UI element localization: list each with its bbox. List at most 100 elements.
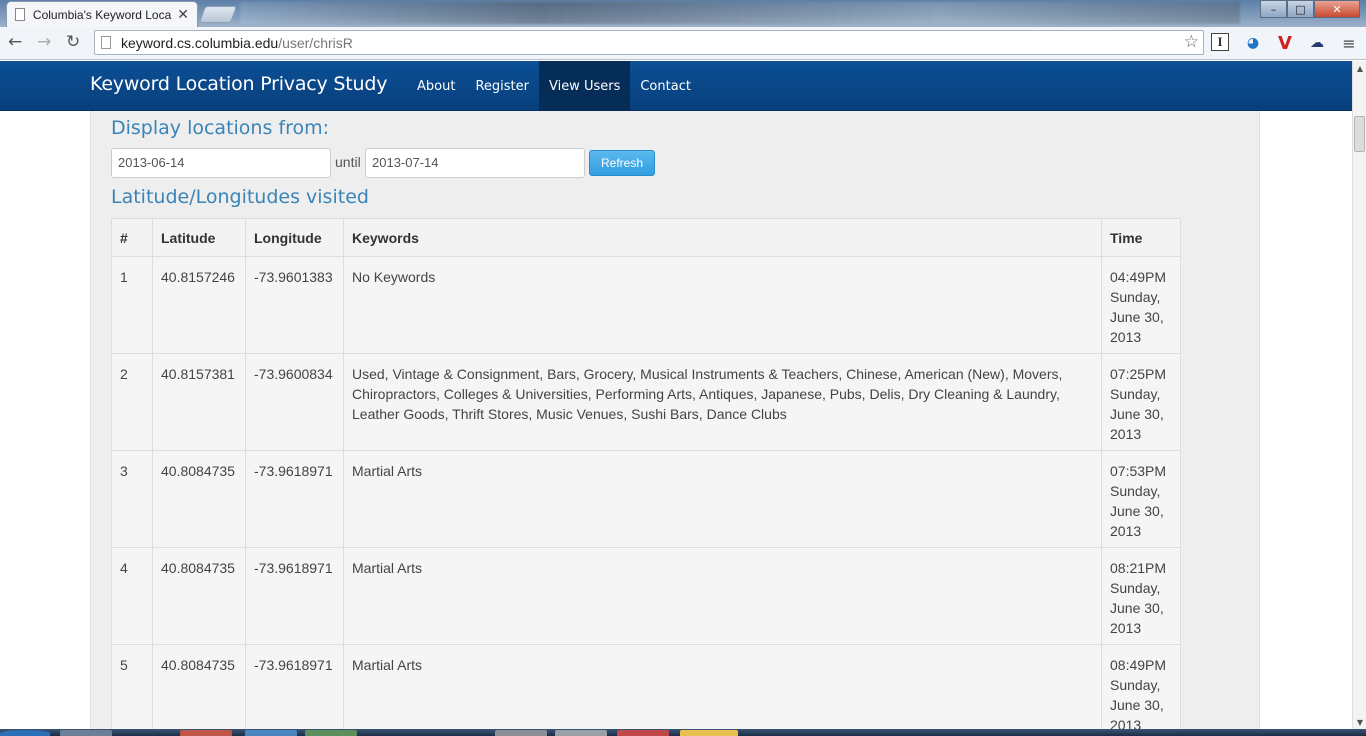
reload-icon[interactable]: ↻ [66, 32, 80, 52]
taskbar-item[interactable] [305, 730, 357, 736]
time-date: June 30, [1110, 697, 1164, 713]
time-clock: 08:21PM [1110, 560, 1167, 576]
row-number: 2 [111, 353, 153, 451]
main-content: Display locations from: 2013-06-14 until… [90, 111, 1260, 736]
longitude-cell: -73.9618971 [245, 547, 344, 645]
table-row: 3 40.8084735 -73.9618971 Martial Arts 07… [111, 450, 1181, 548]
visited-heading: Latitude/Longitudes visited [111, 186, 369, 208]
scroll-down-arrow-icon[interactable]: ▼ [1353, 715, 1366, 729]
forward-arrow-icon[interactable]: → [37, 32, 51, 52]
instapaper-icon[interactable]: I [1211, 33, 1229, 51]
display-locations-heading: Display locations from: [111, 117, 330, 139]
locations-table: # Latitude Longitude Keywords Time 1 40.… [111, 218, 1181, 736]
taskbar-item[interactable] [180, 730, 232, 736]
nav-item-about[interactable]: About [407, 61, 465, 111]
new-tab-button[interactable] [198, 6, 238, 23]
taskbar-item[interactable] [617, 730, 669, 736]
table-row: 1 40.8157246 -73.9601383 No Keywords 04:… [111, 256, 1181, 354]
column-header: Keywords [343, 218, 1102, 257]
taskbar-item[interactable] [495, 730, 547, 736]
background-tabs[interactable] [240, 2, 1240, 24]
row-number: 1 [111, 256, 153, 354]
keywords-cell: Martial Arts [343, 644, 1102, 736]
time-date: June 30, [1110, 600, 1164, 616]
url-path: /user/chrisR [278, 34, 353, 51]
keywords-cell: Martial Arts [343, 450, 1102, 548]
row-number: 5 [111, 644, 153, 736]
chrome-menu-icon[interactable]: ≡ [1339, 33, 1359, 53]
time-year: 2013 [1110, 329, 1142, 345]
column-header: Longitude [245, 218, 344, 257]
tab-close-icon[interactable]: ✕ [177, 6, 189, 23]
start-button[interactable] [0, 730, 50, 736]
tab-title: Columbia's Keyword Loca [32, 7, 172, 22]
window-controls: – □ ✕ [1260, 0, 1360, 18]
taskbar-item[interactable] [555, 730, 607, 736]
longitude-cell: -73.9618971 [245, 450, 344, 548]
nav-item-view-users[interactable]: View Users [538, 61, 631, 111]
time-date: June 30, [1110, 406, 1164, 422]
nav-menu: About Register View Users Contact [407, 61, 701, 111]
taskbar-item[interactable] [680, 730, 738, 736]
row-number: 4 [111, 547, 153, 645]
from-date-input[interactable]: 2013-06-14 [111, 148, 331, 178]
keywords-cell: No Keywords [343, 256, 1102, 354]
scroll-up-arrow-icon[interactable]: ▲ [1353, 61, 1366, 75]
browser-tab-active[interactable]: Columbia's Keyword Loca ✕ [6, 1, 198, 27]
nav-item-contact[interactable]: Contact [630, 61, 701, 111]
time-weekday: Sunday, [1110, 483, 1161, 499]
table-row: 5 40.8084735 -73.9618971 Martial Arts 08… [111, 644, 1181, 736]
page-icon [15, 8, 25, 21]
refresh-button[interactable]: Refresh [589, 150, 655, 176]
longitude-cell: -73.9600834 [245, 353, 344, 451]
v-extension-icon[interactable]: V [1275, 33, 1295, 54]
os-taskbar [0, 729, 1366, 736]
time-year: 2013 [1110, 426, 1142, 442]
taskbar-item[interactable] [245, 730, 297, 736]
nav-item-register[interactable]: Register [465, 61, 539, 111]
row-number: 3 [111, 450, 153, 548]
time-weekday: Sunday, [1110, 386, 1161, 402]
scrollbar-thumb[interactable] [1354, 116, 1365, 152]
close-window-button[interactable]: ✕ [1314, 0, 1360, 18]
time-cell: 07:25PM Sunday, June 30, 2013 [1101, 353, 1181, 451]
cloud-extension-icon[interactable]: ☁ [1307, 33, 1327, 53]
keywords-cell: Used, Vintage & Consignment, Bars, Groce… [343, 353, 1102, 451]
longitude-cell: -73.9618971 [245, 644, 344, 736]
time-clock: 08:49PM [1110, 657, 1167, 673]
time-weekday: Sunday, [1110, 580, 1161, 596]
keywords-cell: Martial Arts [343, 547, 1102, 645]
column-header: Latitude [152, 218, 246, 257]
address-bar[interactable]: keyword.cs.columbia.edu/user/chrisR ☆ [94, 30, 1204, 55]
url-host: keyword.cs.columbia.edu [121, 34, 279, 51]
time-date: June 30, [1110, 309, 1164, 325]
site-brand[interactable]: Keyword Location Privacy Study [90, 73, 387, 95]
time-clock: 07:25PM [1110, 366, 1167, 382]
page-icon [101, 36, 111, 49]
time-year: 2013 [1110, 620, 1142, 636]
browser-toolbar: ← → ↻ keyword.cs.columbia.edu/user/chris… [0, 27, 1366, 60]
browser-titlebar: Columbia's Keyword Loca ✕ – □ ✕ [0, 0, 1366, 27]
taskbar-item[interactable] [60, 730, 112, 736]
table-header-row: # Latitude Longitude Keywords Time [111, 218, 1181, 257]
time-weekday: Sunday, [1110, 289, 1161, 305]
column-header: Time [1101, 218, 1181, 257]
until-label: until [335, 154, 361, 170]
minimize-button[interactable]: – [1260, 0, 1287, 18]
latitude-cell: 40.8157246 [152, 256, 246, 354]
latitude-cell: 40.8157381 [152, 353, 246, 451]
maximize-button[interactable]: □ [1287, 0, 1314, 18]
time-cell: 04:49PM Sunday, June 30, 2013 [1101, 256, 1181, 354]
back-arrow-icon[interactable]: ← [8, 32, 22, 52]
time-cell: 08:21PM Sunday, June 30, 2013 [1101, 547, 1181, 645]
bookmark-star-icon[interactable]: ☆ [1184, 32, 1199, 52]
time-cell: 08:49PM Sunday, June 30, 2013 [1101, 644, 1181, 736]
time-clock: 07:53PM [1110, 463, 1167, 479]
time-weekday: Sunday, [1110, 677, 1161, 693]
globe-extension-icon[interactable]: ◕ [1243, 33, 1263, 53]
vertical-scrollbar[interactable]: ▲ ▼ [1352, 61, 1366, 729]
time-date: June 30, [1110, 503, 1164, 519]
table-row: 4 40.8084735 -73.9618971 Martial Arts 08… [111, 547, 1181, 645]
latitude-cell: 40.8084735 [152, 547, 246, 645]
to-date-input[interactable]: 2013-07-14 [365, 148, 585, 178]
